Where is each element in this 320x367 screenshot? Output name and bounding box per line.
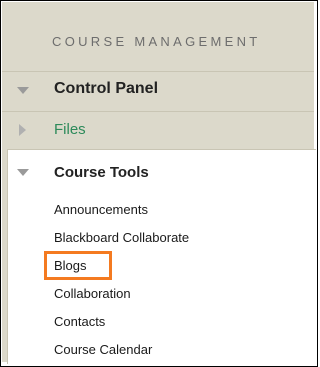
- tool-item-contacts[interactable]: Contacts: [54, 314, 105, 330]
- course-tools-header[interactable]: Course Tools: [8, 162, 316, 184]
- tool-item-blackboard-collaborate[interactable]: Blackboard Collaborate: [54, 230, 189, 246]
- caret-right-icon: [19, 124, 26, 136]
- caret-down-icon: [17, 87, 29, 94]
- files-link[interactable]: Files: [54, 121, 86, 138]
- tool-item-course-calendar[interactable]: Course Calendar: [54, 342, 152, 358]
- control-panel-row[interactable]: Control Panel: [2, 71, 314, 111]
- section-header: COURSE MANAGEMENT: [52, 34, 261, 49]
- caret-down-icon: [17, 169, 29, 176]
- course-tools-title: Course Tools: [54, 164, 149, 181]
- course-menu-frame: COURSE MANAGEMENT Control Panel Files Co…: [0, 0, 318, 367]
- tool-item-collaboration[interactable]: Collaboration: [54, 286, 131, 302]
- files-row[interactable]: Files: [2, 111, 314, 149]
- tool-item-announcements[interactable]: Announcements: [54, 202, 148, 218]
- control-panel-label: Control Panel: [54, 80, 159, 97]
- blogs-highlight-box: [44, 251, 112, 280]
- course-tools-section: Course Tools Announcements Blackboard Co…: [7, 149, 316, 364]
